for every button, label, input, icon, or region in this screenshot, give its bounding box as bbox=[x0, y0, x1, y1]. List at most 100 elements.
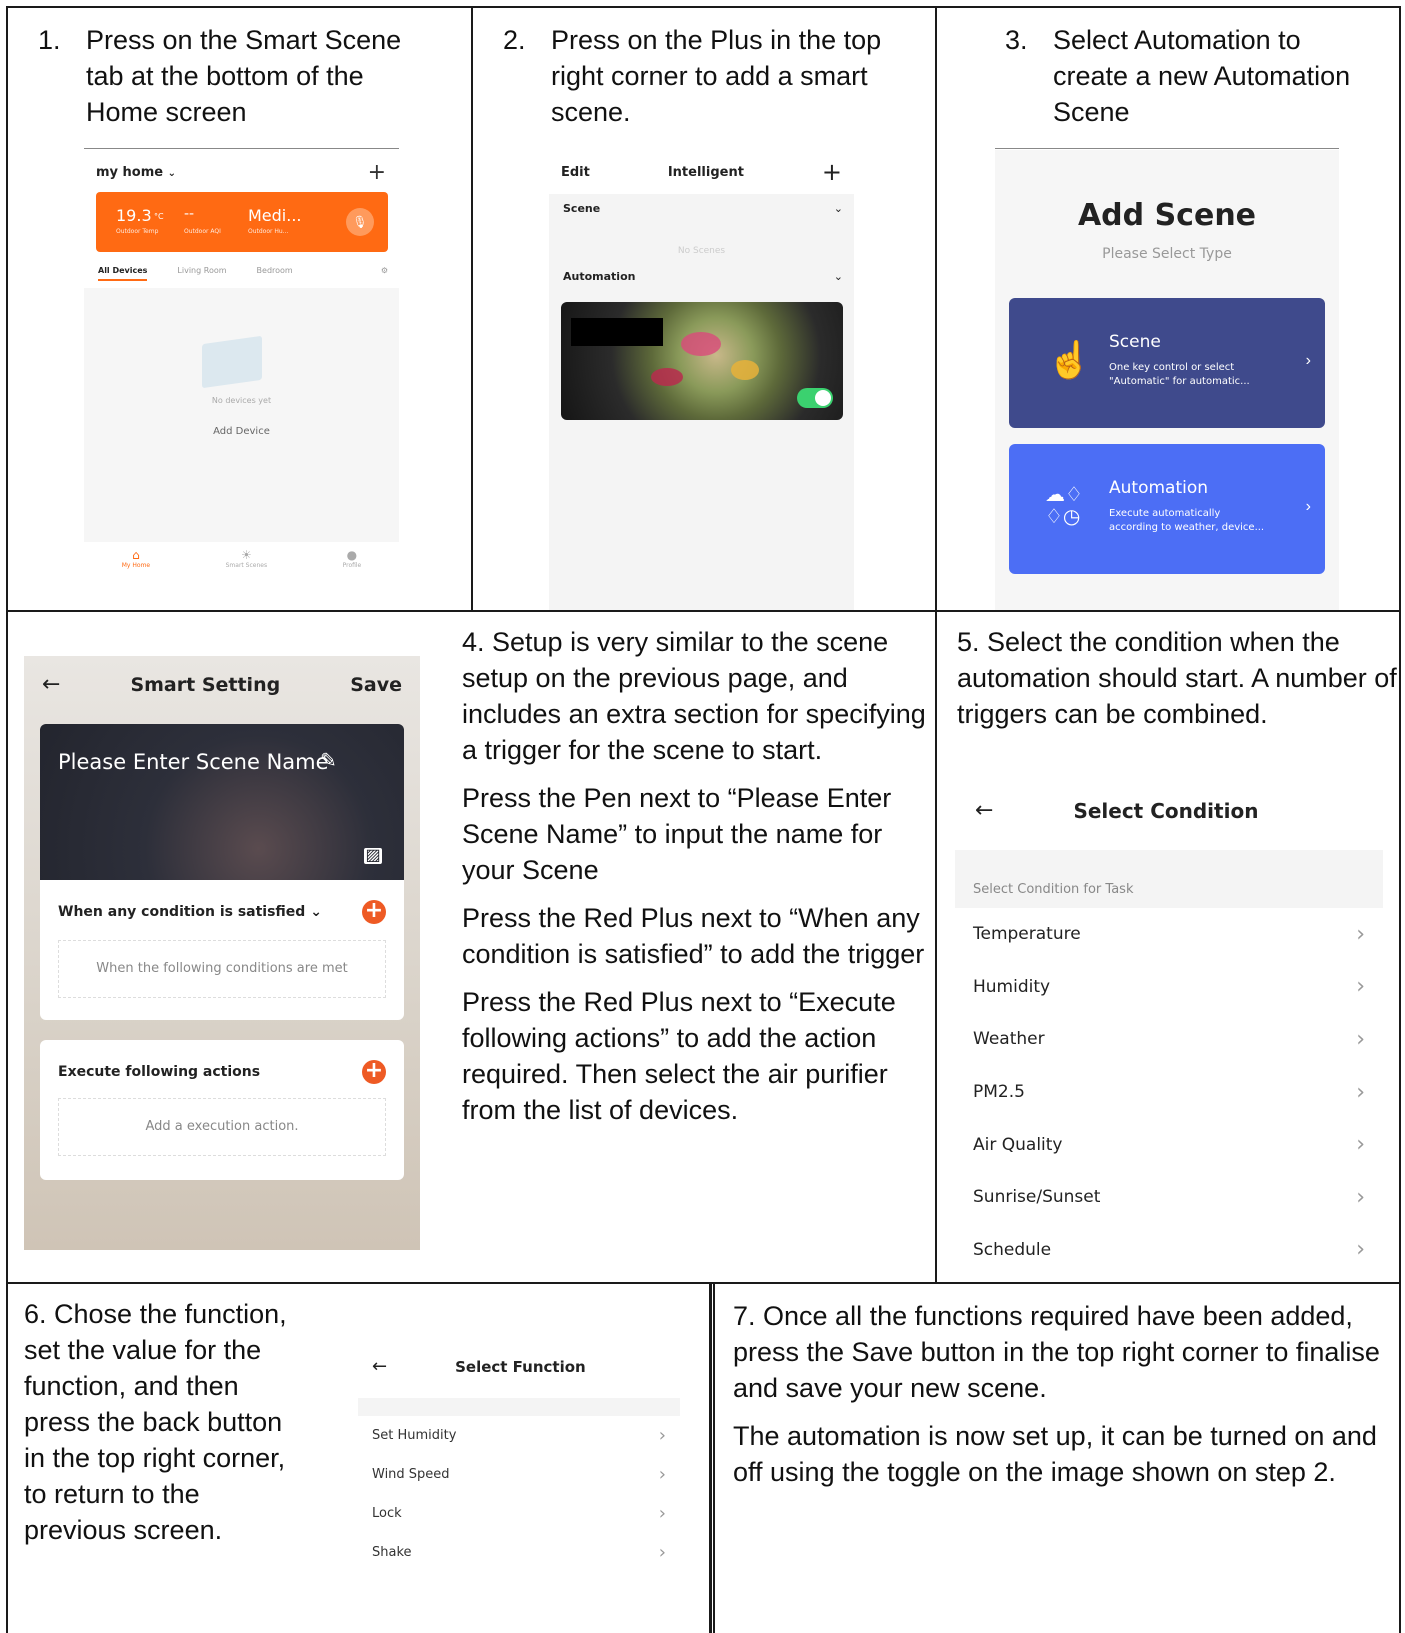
condition-item[interactable]: Sunrise/Sunset › bbox=[955, 1171, 1383, 1224]
nav-profile[interactable]: ● Profile bbox=[343, 542, 362, 590]
actions-card: Execute following actions + Add a execut… bbox=[40, 1040, 404, 1180]
settings-icon[interactable]: ⚙ bbox=[381, 266, 388, 281]
select-condition-title: Select Condition bbox=[1073, 798, 1259, 823]
condition-item[interactable]: Weather › bbox=[955, 1013, 1383, 1066]
automation-card-image[interactable] bbox=[561, 302, 843, 420]
intelligent-screenshot: Edit Intelligent + Scene ⌄ No Scenes Aut… bbox=[549, 150, 854, 612]
back-arrow-icon[interactable]: ← bbox=[372, 1356, 387, 1377]
actions-title: Execute following actions bbox=[58, 1064, 261, 1080]
add-icon[interactable]: + bbox=[368, 160, 386, 185]
function-item[interactable]: Lock › bbox=[358, 1494, 680, 1533]
step3-cell: 3. Select Automation to create a new Auto… bbox=[935, 6, 1401, 612]
condition-item[interactable]: Air Quality › bbox=[955, 1118, 1383, 1171]
image-icon[interactable]: ▨ bbox=[364, 848, 382, 864]
scene-type-card[interactable]: ☝ Scene One key control or select "Autom… bbox=[1009, 298, 1325, 428]
step1-line1: Press on the Smart Scene bbox=[86, 25, 402, 55]
add-device-button[interactable]: Add Device bbox=[84, 426, 399, 437]
chevron-right-icon: › bbox=[658, 1542, 666, 1563]
microphone-icon[interactable]: 🎙 bbox=[346, 208, 374, 236]
automation-card-desc2: according to weather, device... bbox=[1109, 522, 1265, 533]
nav-smart-scenes[interactable]: ☀ Smart Scenes bbox=[226, 542, 267, 590]
chevron-right-icon: › bbox=[1356, 921, 1365, 947]
no-scenes-text: No Scenes bbox=[677, 246, 726, 256]
step5-text: 5. Select the condition when the automat… bbox=[957, 627, 1397, 729]
select-condition-screenshot: ← Select Condition Select Condition for … bbox=[955, 784, 1383, 1284]
back-arrow-icon[interactable]: ← bbox=[42, 672, 60, 697]
step4-paragraph1: 4. Setup is very similar to the scene se… bbox=[462, 627, 926, 765]
function-item[interactable]: Wind Speed › bbox=[358, 1455, 680, 1494]
tab-bedroom[interactable]: Bedroom bbox=[257, 266, 293, 281]
condition-item-label: Schedule bbox=[973, 1239, 1052, 1260]
profile-icon: ● bbox=[346, 548, 358, 562]
edit-button[interactable]: Edit bbox=[561, 165, 590, 180]
add-scene-icon[interactable]: + bbox=[822, 158, 842, 186]
automation-card-title: Automation bbox=[1109, 478, 1209, 498]
automation-type-card[interactable]: ☁♢ ♢◷ Automation Execute automatically ac… bbox=[1009, 444, 1325, 574]
step4-cell: ← Smart Setting Save Please Enter Scene … bbox=[6, 610, 937, 1284]
chevron-right-icon: › bbox=[658, 1425, 666, 1446]
sun-icon: ☀ bbox=[240, 548, 252, 562]
select-function-screenshot: ← Select Function Set Humidity › Wind Spee… bbox=[358, 1338, 680, 1618]
function-item-label: Lock bbox=[372, 1506, 402, 1521]
aqi-value: -- bbox=[184, 206, 195, 222]
function-item[interactable]: Set Humidity › bbox=[358, 1416, 680, 1455]
add-scene-title: Add Scene bbox=[1077, 198, 1257, 233]
condition-dropdown[interactable]: When any condition is satisfied ⌄ bbox=[58, 904, 322, 920]
condition-item-label: Weather bbox=[973, 1029, 1045, 1050]
back-arrow-icon[interactable]: ← bbox=[975, 798, 993, 823]
tab-living-room[interactable]: Living Room bbox=[177, 266, 226, 281]
chevron-right-icon: › bbox=[658, 1503, 666, 1524]
temp-value: 19.3 bbox=[116, 206, 152, 225]
step6-line4: press the back button bbox=[24, 1407, 283, 1437]
step6-line1: 6. Chose the function, bbox=[24, 1299, 287, 1329]
add-action-button[interactable]: + bbox=[362, 1060, 386, 1084]
add-condition-button[interactable]: + bbox=[362, 900, 386, 924]
condition-item[interactable]: Humidity › bbox=[955, 961, 1383, 1014]
home-screen-screenshot: my home ⌄ + 19.3 °C -- Medi... Outdoor T… bbox=[84, 150, 399, 590]
step4-paragraph4: Press the Red Plus next to “Execute foll… bbox=[462, 987, 896, 1125]
step3-number: 3. bbox=[1005, 25, 1028, 55]
step4-paragraph2: Press the Pen next to “Please Enter Scen… bbox=[462, 783, 892, 885]
temp-unit: °C bbox=[154, 212, 164, 221]
scene-card-desc2: "Automatic" for automatic... bbox=[1109, 376, 1250, 387]
step1-text: 1. Press on the Smart Scene tab at the bo… bbox=[38, 22, 458, 130]
step1-number: 1. bbox=[38, 25, 61, 55]
scene-name-input[interactable]: Please Enter Scene Name bbox=[58, 750, 329, 774]
step3-line2: create a new Automation bbox=[1053, 61, 1351, 91]
step1-line3: Home screen bbox=[86, 97, 247, 127]
scene-section[interactable]: Scene bbox=[563, 202, 600, 215]
chevron-right-icon: › bbox=[1305, 498, 1311, 515]
smart-setting-screenshot: ← Smart Setting Save Please Enter Scene … bbox=[24, 656, 420, 1250]
chevron-right-icon: › bbox=[1356, 1184, 1365, 1210]
add-scene-screenshot: Add Scene Please Select Type ☝ Scene One… bbox=[995, 150, 1339, 610]
nav-my-home[interactable]: ⌂ My Home bbox=[122, 542, 150, 590]
condition-item-label: Sunrise/Sunset bbox=[973, 1187, 1101, 1208]
tab-all-devices[interactable]: All Devices bbox=[98, 266, 148, 281]
pen-icon[interactable]: ✎ bbox=[320, 748, 337, 773]
action-hint[interactable]: Add a execution action. bbox=[58, 1098, 386, 1156]
save-button[interactable]: Save bbox=[350, 674, 402, 696]
home-title[interactable]: my home ⌄ bbox=[96, 165, 176, 180]
automation-section[interactable]: Automation bbox=[563, 270, 635, 283]
step2-line2: right corner to add a smart bbox=[551, 61, 868, 91]
chevron-right-icon: › bbox=[1356, 1026, 1365, 1052]
step1-line2: tab at the bottom of the bbox=[86, 61, 364, 91]
step3-text: 3. Select Automation to create a new Auto… bbox=[1005, 22, 1400, 130]
step6-line6: to return to the bbox=[24, 1479, 200, 1509]
condition-item[interactable]: Schedule › bbox=[955, 1224, 1383, 1277]
automation-toggle[interactable] bbox=[797, 388, 833, 408]
temp-label: Outdoor Temp bbox=[116, 228, 159, 235]
condition-item-label: Humidity bbox=[973, 976, 1051, 997]
no-devices-text: No devices yet bbox=[211, 396, 272, 405]
chevron-down-icon[interactable]: ⌄ bbox=[834, 270, 843, 283]
chevron-right-icon: › bbox=[1356, 974, 1365, 1000]
step6-line7: previous screen. bbox=[24, 1515, 223, 1545]
chevron-down-icon[interactable]: ⌄ bbox=[834, 202, 843, 215]
condition-item[interactable]: Temperature › bbox=[955, 908, 1383, 961]
humidity-label: Outdoor Hu... bbox=[248, 228, 289, 235]
home-icon: ⌂ bbox=[132, 548, 140, 562]
function-item[interactable]: Shake › bbox=[358, 1533, 680, 1572]
condition-card: When any condition is satisfied ⌄ + When… bbox=[40, 880, 404, 1020]
condition-hint[interactable]: When the following conditions are met bbox=[58, 940, 386, 998]
condition-item[interactable]: PM2.5 › bbox=[955, 1066, 1383, 1119]
